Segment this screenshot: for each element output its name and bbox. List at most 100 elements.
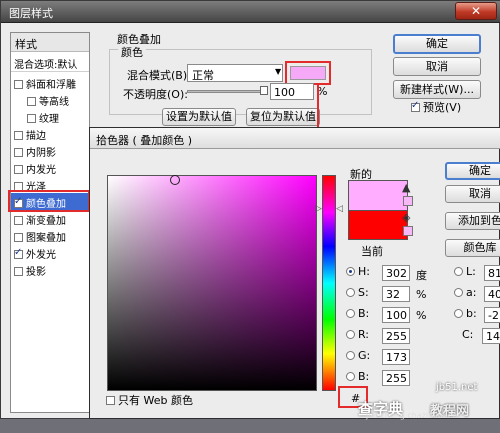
style-checkbox-icon[interactable] [14, 148, 23, 157]
blend-options-item[interactable]: 混合选项:默认 [11, 53, 89, 72]
radio-icon[interactable] [346, 330, 355, 339]
value-input[interactable]: -2 [484, 307, 500, 323]
lab-row[interactable]: b: -2 [454, 307, 500, 325]
radio-icon[interactable] [346, 267, 355, 276]
only-web-colors-checkbox[interactable]: 只有 Web 颜色 [106, 392, 193, 408]
unit-label: % [416, 288, 427, 301]
overlay-color-swatch[interactable] [285, 61, 331, 85]
overlay-color-fill [290, 66, 326, 80]
radio-icon[interactable] [454, 267, 463, 276]
style-checkbox-icon[interactable] [14, 165, 23, 174]
watermark: 查字典 教程网 jiaocheng.chazidian.com [358, 398, 500, 433]
unit-label: % [416, 309, 427, 322]
style-checkbox-icon[interactable] [14, 267, 23, 276]
value-input[interactable]: 173 [382, 349, 410, 365]
value-input[interactable]: 14 [482, 328, 500, 344]
value-input[interactable]: 255 [382, 370, 410, 386]
add-to-swatches-button[interactable]: 添加到色 [445, 212, 500, 230]
style-item-label: 投影 [26, 267, 46, 278]
style-item[interactable]: 投影 [11, 261, 89, 278]
style-item[interactable]: 描边 [11, 125, 89, 142]
web-safe-swatch[interactable] [403, 226, 413, 236]
hsb-row[interactable]: S: 32% [346, 286, 436, 304]
cancel-button[interactable]: 取消 [393, 57, 481, 76]
new-style-button[interactable]: 新建样式(W)... [393, 80, 481, 99]
style-item[interactable]: 等高线 [11, 91, 89, 108]
style-item-label: 外发光 [26, 250, 56, 261]
style-checkbox-icon[interactable] [14, 216, 23, 225]
radio-icon[interactable] [346, 288, 355, 297]
chevron-down-icon[interactable]: ▼ [275, 67, 281, 76]
style-item-label: 斜面和浮雕 [26, 80, 76, 91]
set-default-button[interactable]: 设置为默认值 [162, 108, 236, 126]
style-item[interactable]: 内发光 [11, 159, 89, 176]
style-checkbox-icon[interactable] [14, 131, 23, 140]
radio-icon[interactable] [346, 309, 355, 318]
value-input[interactable]: 81 [484, 265, 500, 281]
rgb-row[interactable]: R: 255 [346, 328, 436, 346]
style-item[interactable]: 渐变叠加 [11, 210, 89, 227]
field-label: H: [358, 265, 370, 278]
current-color-label: 当前 [361, 245, 383, 258]
style-item[interactable]: 外发光 [11, 244, 89, 261]
hue-slider-arrow-right-icon[interactable]: ◁ [336, 204, 343, 214]
opacity-slider[interactable] [187, 90, 267, 93]
current-color-swatch[interactable] [348, 210, 408, 240]
value-input[interactable]: 40 [484, 286, 500, 302]
reset-default-button[interactable]: 复位为默认值 [246, 108, 320, 126]
rgb-row[interactable]: G: 173 [346, 349, 436, 367]
blend-mode-value: 正常 [192, 69, 214, 82]
picker-cancel-button[interactable]: 取消 [445, 185, 500, 203]
field-label: a: [466, 286, 477, 299]
lab-row[interactable]: L: 81 [454, 265, 500, 283]
lab-row[interactable]: a: 40 [454, 286, 500, 304]
color-libraries-button[interactable]: 颜色库 [445, 239, 500, 257]
field-label: R: [358, 328, 370, 341]
style-item-label: 纹理 [39, 114, 59, 125]
saturation-brightness-field[interactable] [107, 175, 317, 391]
radio-icon[interactable] [454, 288, 463, 297]
value-input[interactable]: 255 [382, 328, 410, 344]
unit-label: 度 [416, 269, 427, 282]
blend-mode-select[interactable]: 正常 [187, 64, 283, 82]
style-checkbox-icon[interactable] [14, 233, 23, 242]
hue-slider-arrow-left-icon[interactable]: ▷ [315, 204, 322, 214]
picker-ok-button[interactable]: 确定 [445, 162, 500, 180]
color-picker-dialog: 拾色器 ( 叠加颜色 ) ▷ ◁ 新的 当前 ▲ ◈ 只有 Web 颜色 # 确… [89, 127, 500, 419]
style-item[interactable]: 纹理 [11, 108, 89, 125]
field-label: B: [358, 307, 370, 320]
web-safe-cube-icon[interactable]: ◈ [402, 211, 410, 224]
gamut-swatch[interactable] [403, 196, 413, 206]
style-checkbox-icon[interactable] [27, 114, 36, 123]
radio-icon[interactable] [454, 309, 463, 318]
styles-list: 样式 混合选项:默认 斜面和浮雕等高线纹理描边内阴影内发光光泽颜色叠加渐变叠加图… [10, 32, 90, 413]
ok-button[interactable]: 确定 [393, 34, 481, 54]
preview-checkbox[interactable]: 预览(V) [411, 99, 461, 115]
rgb-row[interactable]: B: 255 [346, 370, 436, 388]
style-checkbox-icon[interactable] [27, 97, 36, 106]
cmyk-c-row[interactable]: C: 14 [462, 328, 500, 346]
close-icon[interactable]: ✕ [455, 2, 497, 20]
gamut-warning-icon[interactable]: ▲ [402, 181, 410, 194]
radio-icon[interactable] [346, 372, 355, 381]
hsb-row[interactable]: H: 302 度 [346, 265, 436, 283]
value-input[interactable]: 302 [382, 265, 410, 281]
style-item-label: 等高线 [39, 97, 69, 108]
value-input[interactable]: 32 [382, 286, 410, 302]
opacity-input[interactable]: 100 [270, 83, 314, 100]
only-web-check-icon[interactable] [106, 396, 115, 405]
value-input[interactable]: 100 [382, 307, 410, 323]
hsb-row[interactable]: B: 100% [346, 307, 436, 325]
style-item[interactable]: 斜面和浮雕 [11, 74, 89, 91]
style-checkbox-icon[interactable] [14, 247, 23, 259]
radio-icon[interactable] [346, 351, 355, 360]
style-item[interactable]: 内阴影 [11, 142, 89, 159]
new-color-swatch [348, 180, 408, 210]
field-marker-icon[interactable] [170, 175, 180, 185]
style-checkbox-icon[interactable] [14, 80, 23, 89]
style-item[interactable]: 图案叠加 [11, 227, 89, 244]
window-title: 图层样式 [9, 7, 53, 20]
hue-slider[interactable] [322, 175, 336, 391]
preview-check-icon[interactable] [411, 100, 420, 112]
opacity-slider-thumb[interactable] [260, 86, 268, 95]
